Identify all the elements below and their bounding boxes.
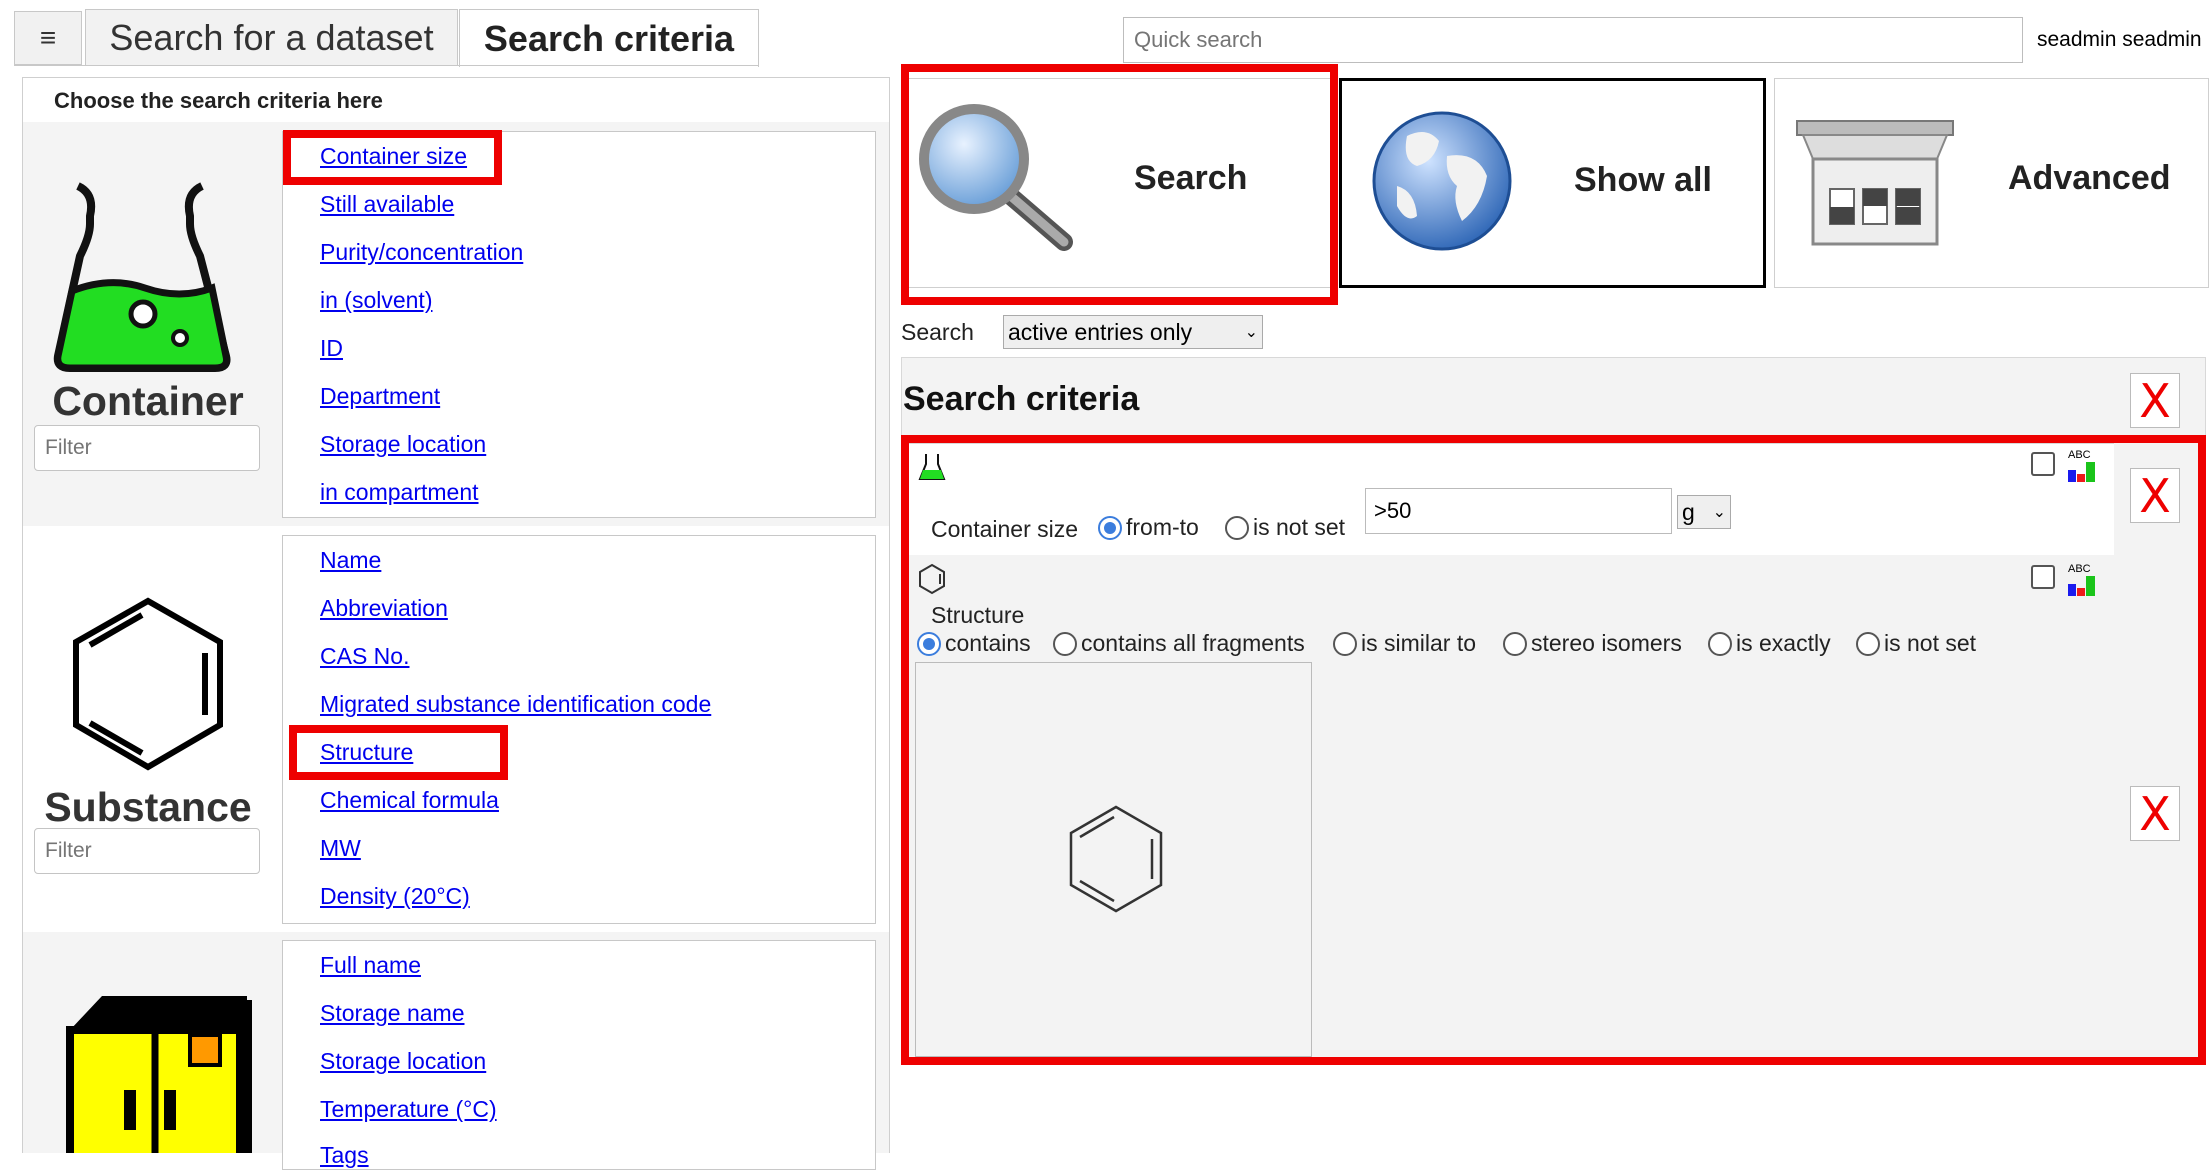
link-still-available[interactable]: Still available — [320, 191, 454, 218]
link-full-name[interactable]: Full name — [320, 952, 421, 979]
container-title: Container — [52, 378, 244, 424]
link-id[interactable]: ID — [320, 335, 343, 362]
link-storage-name[interactable]: Storage name — [320, 1000, 464, 1027]
criteria-title: Search criteria — [903, 380, 1140, 418]
substance-filter-input[interactable] — [34, 828, 260, 874]
clear-all-criteria-button[interactable]: X — [2130, 373, 2180, 428]
globe-icon — [1372, 111, 1512, 251]
link-storage-location[interactable]: Storage location — [320, 431, 486, 458]
link-temperature[interactable]: Temperature (°C) — [320, 1096, 497, 1123]
link-migrated-code[interactable]: Migrated substance identification code — [320, 691, 711, 718]
link-in-compartment[interactable]: in compartment — [320, 479, 479, 506]
chevron-down-icon: ⌄ — [1244, 324, 1258, 341]
search-filter-select[interactable]: active entries only ⌄ — [1003, 315, 1263, 349]
substance-title: Substance — [44, 784, 252, 830]
user-name[interactable]: seadmin seadmin — [2037, 28, 2202, 52]
highlight-search-button — [901, 64, 1338, 305]
highlight-structure — [289, 725, 508, 780]
link-storage-location-2[interactable]: Storage location — [320, 1048, 486, 1075]
link-cas-no[interactable]: CAS No. — [320, 643, 409, 670]
link-name[interactable]: Name — [320, 547, 381, 574]
link-chemical-formula[interactable]: Chemical formula — [320, 787, 499, 814]
search-filter-label: Search — [901, 319, 974, 345]
link-mw[interactable]: MW — [320, 835, 361, 862]
link-in-solvent[interactable]: in (solvent) — [320, 287, 432, 314]
quick-search-input[interactable] — [1123, 17, 2023, 63]
tab-search-dataset[interactable]: Search for a dataset — [85, 9, 458, 66]
container-links-box — [282, 131, 876, 518]
chooser-heading: Choose the search criteria here — [54, 88, 383, 113]
tab-divider — [14, 65, 759, 66]
show-all-button[interactable]: Show all — [1339, 78, 1766, 288]
menu-button[interactable]: ≡ — [14, 11, 82, 65]
container-filter-input[interactable] — [34, 425, 260, 471]
highlight-criteria-rows — [901, 435, 2206, 1065]
link-tags[interactable]: Tags — [320, 1142, 369, 1169]
advanced-button[interactable]: Advanced — [1774, 78, 2209, 288]
advanced-label: Advanced — [2008, 159, 2171, 197]
link-purity-concentration[interactable]: Purity/concentration — [320, 239, 523, 266]
cabinet-advanced-icon — [1796, 120, 1954, 246]
link-density[interactable]: Density (20°C) — [320, 883, 470, 910]
link-abbreviation[interactable]: Abbreviation — [320, 595, 448, 622]
highlight-container-size — [283, 130, 502, 185]
flask-icon — [50, 176, 235, 376]
tab-search-criteria[interactable]: Search criteria — [459, 9, 759, 67]
search-filter-value: active entries only — [1008, 318, 1193, 345]
show-all-label: Show all — [1574, 161, 1712, 199]
storage-cabinet-icon — [62, 990, 252, 1153]
benzene-icon — [70, 595, 226, 773]
link-department[interactable]: Department — [320, 383, 440, 410]
